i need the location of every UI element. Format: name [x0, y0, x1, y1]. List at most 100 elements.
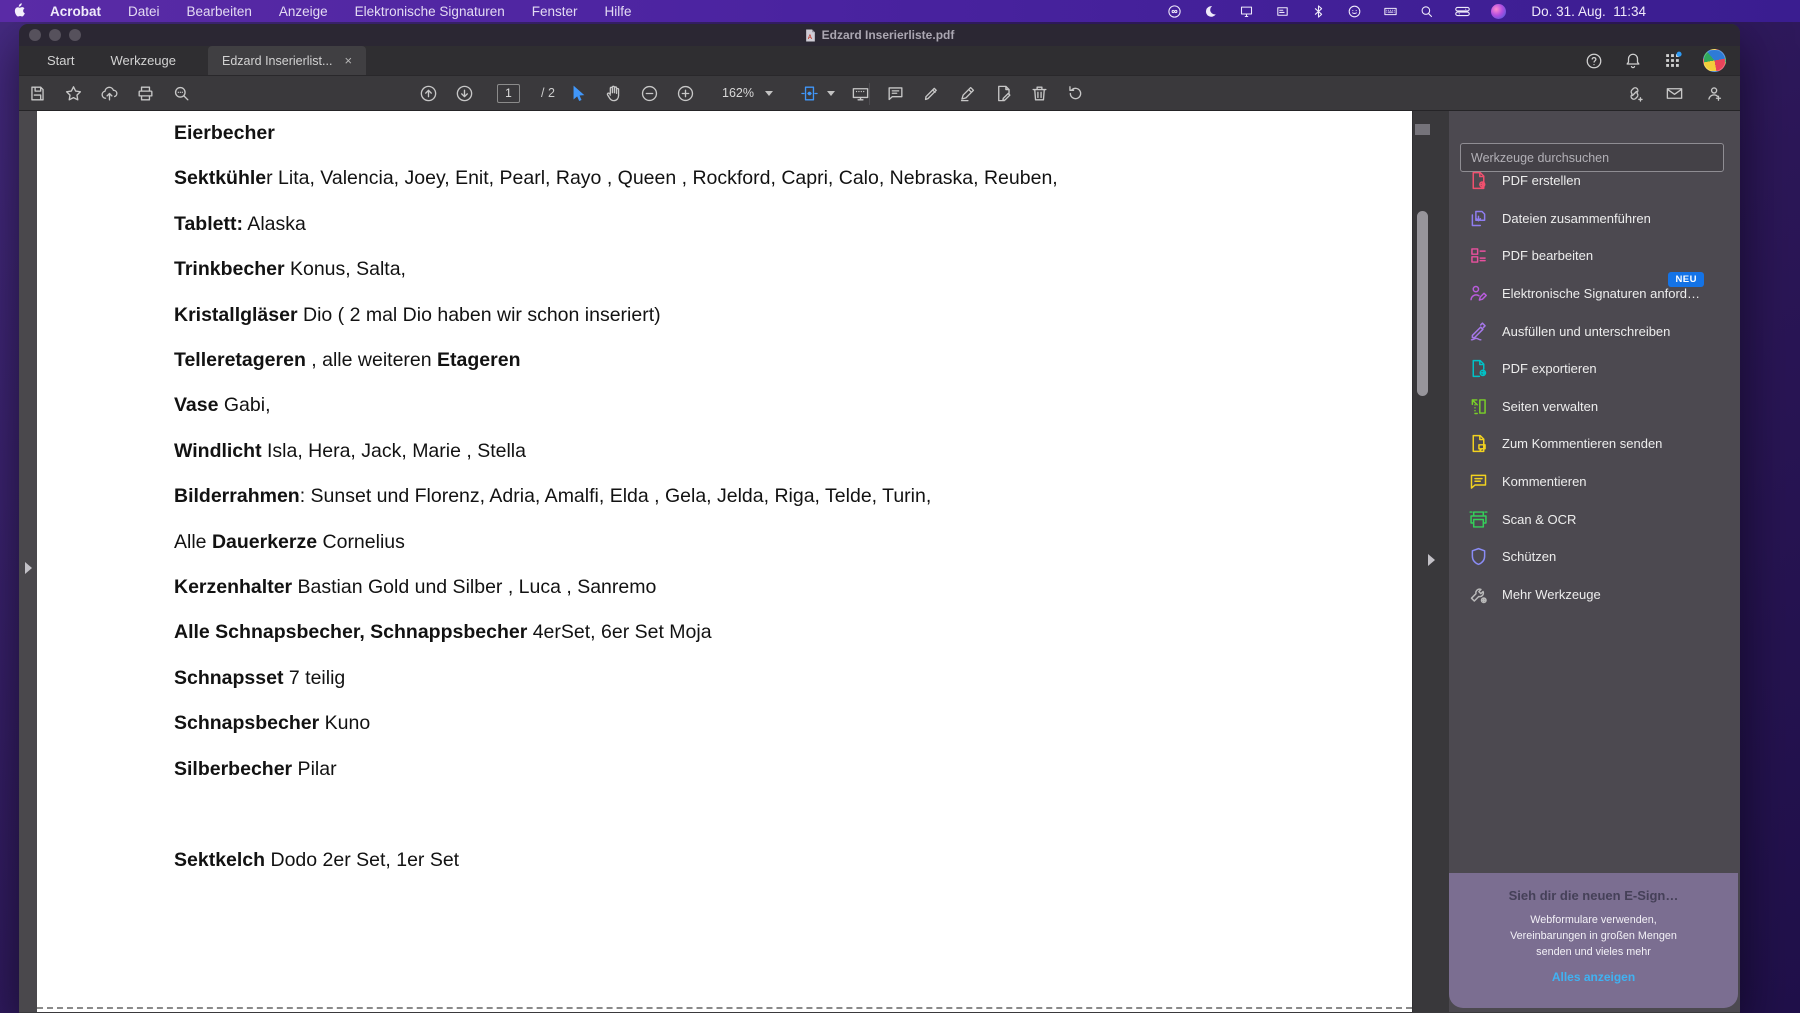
- doc-line: Trinkbecher Konus, Salta,: [174, 258, 406, 281]
- minimize-window-button[interactable]: [49, 29, 61, 41]
- doc-line: Alle Dauerkerze Cornelius: [174, 530, 405, 553]
- pdf-page: Eierbecher Sektkühler Lita, Valencia, Joe…: [37, 111, 1412, 1012]
- tool-item-wrench-plus[interactable]: Mehr Werkzeuge: [1449, 576, 1740, 614]
- fit-caret-icon[interactable]: [826, 90, 835, 96]
- bluetooth-icon[interactable]: [1311, 4, 1326, 19]
- avatar[interactable]: [1703, 49, 1726, 72]
- menu-bearbeiten[interactable]: Bearbeiten: [187, 4, 252, 19]
- menu-datei[interactable]: Datei: [128, 4, 160, 19]
- tool-item-label: PDF erstellen: [1502, 173, 1581, 189]
- apple-icon[interactable]: [12, 3, 26, 19]
- input-source-icon[interactable]: [1275, 4, 1290, 19]
- tool-item-layout-edit[interactable]: PDF bearbeiten: [1449, 237, 1740, 275]
- doc-line: Sektkühler Lita, Valencia, Joey, Enit, P…: [174, 167, 1058, 190]
- arrow-up-circle-icon[interactable]: [419, 84, 438, 103]
- promo-title: Sieh dir die neuen E-Sign…: [1508, 888, 1679, 903]
- comment-icon[interactable]: [886, 84, 905, 103]
- person-add-icon[interactable]: [1705, 84, 1724, 103]
- promo-show-all-link[interactable]: Alles anzeigen: [1552, 970, 1635, 984]
- help-icon[interactable]: [1585, 52, 1603, 70]
- bell-icon[interactable]: [1624, 52, 1642, 70]
- promo-body: Webformulare verwenden, Vereinbarungen in…: [1510, 914, 1677, 959]
- zoom-level-value[interactable]: 162%: [722, 86, 754, 100]
- doc-line: Silberbecher Pilar: [174, 757, 337, 780]
- tab-document[interactable]: Edzard Inserierlist... ×: [207, 46, 367, 75]
- toolbar-divider: [869, 83, 870, 105]
- highlighter-icon[interactable]: [922, 84, 941, 103]
- rotate-pages-icon[interactable]: [1066, 84, 1085, 103]
- share-link-icon[interactable]: [1625, 84, 1644, 103]
- creative-cloud-icon[interactable]: [1167, 4, 1182, 19]
- arrow-down-circle-icon[interactable]: [455, 84, 474, 103]
- pdf-doc-icon: A: [805, 29, 816, 42]
- star-icon[interactable]: [64, 84, 83, 103]
- face-circle-icon[interactable]: [1347, 4, 1362, 19]
- page-total-label: / 2: [541, 86, 555, 100]
- trash-icon[interactable]: [1030, 84, 1049, 103]
- doc-plus-icon: [1468, 170, 1489, 191]
- sign-pen-icon[interactable]: [958, 84, 977, 103]
- keyboard-icon[interactable]: [1383, 4, 1398, 19]
- tool-item-pen-squiggle[interactable]: Ausfüllen und unterschreiben: [1449, 312, 1740, 350]
- moon-icon[interactable]: [1203, 4, 1218, 19]
- fit-width-icon[interactable]: [800, 84, 819, 103]
- close-window-button[interactable]: [29, 29, 41, 41]
- presentation-icon[interactable]: [851, 84, 870, 103]
- print-icon[interactable]: [136, 84, 155, 103]
- doc-line: Schnapsset 7 teilig: [174, 666, 346, 689]
- tool-item-doc-plus[interactable]: PDF erstellen: [1449, 162, 1740, 200]
- doc-line: Tablett: Alaska: [174, 212, 306, 235]
- menu-elektronische-signaturen[interactable]: Elektronische Signaturen: [355, 4, 505, 19]
- hand-icon[interactable]: [604, 84, 623, 103]
- app-grid-icon[interactable]: [1663, 51, 1682, 70]
- tool-item-scan[interactable]: Scan & OCR: [1449, 500, 1740, 538]
- search-icon[interactable]: [172, 84, 191, 103]
- save-icon[interactable]: [28, 84, 47, 103]
- menu-fenster[interactable]: Fenster: [532, 4, 578, 19]
- zoom-caret-icon[interactable]: [764, 90, 773, 96]
- control-center-icon[interactable]: [1455, 4, 1471, 19]
- macos-menubar: Acrobat Datei Bearbeiten Anzeige Elektronisc…: [0, 0, 1800, 22]
- doc-line: Alle Schnapsbecher, Schnappsbecher 4erSe…: [174, 621, 712, 644]
- doc-comment-icon: [1468, 433, 1489, 454]
- zoom-in-icon[interactable]: [676, 84, 695, 103]
- tool-item-label: Schützen: [1502, 549, 1557, 565]
- siri-icon[interactable]: [1491, 3, 1507, 19]
- tool-item-docs-merge[interactable]: Dateien zusammenführen: [1449, 200, 1740, 238]
- send-mail-icon[interactable]: [1665, 84, 1684, 103]
- tab-close-icon[interactable]: ×: [344, 53, 352, 68]
- tool-item-label: Kommentieren: [1502, 474, 1587, 490]
- tool-item-comment-lines[interactable]: Kommentieren: [1449, 463, 1740, 501]
- spotlight-icon[interactable]: [1419, 4, 1434, 19]
- scrollbar-thumb[interactable]: [1417, 211, 1428, 396]
- docs-merge-icon: [1468, 208, 1489, 229]
- acrobat-window: A Edzard Inserierliste.pdf Start Werkzeu…: [19, 24, 1740, 1013]
- pages-manage-icon: [1468, 396, 1489, 417]
- tool-item-doc-comment[interactable]: Zum Kommentieren senden: [1449, 425, 1740, 463]
- edit-page-icon[interactable]: [994, 84, 1013, 103]
- layout-edit-icon: [1468, 245, 1489, 266]
- page-number-input[interactable]: 1: [497, 83, 520, 103]
- menu-anzeige[interactable]: Anzeige: [279, 4, 328, 19]
- menu-hilfe[interactable]: Hilfe: [605, 4, 632, 19]
- tool-item-shield[interactable]: Schützen: [1449, 538, 1740, 576]
- tab-start[interactable]: Start: [29, 46, 92, 75]
- zoom-window-button[interactable]: [69, 29, 81, 41]
- expand-right-panel-icon[interactable]: [1428, 554, 1435, 566]
- menu-acrobat[interactable]: Acrobat: [50, 4, 101, 19]
- cloud-upload-icon[interactable]: [100, 84, 119, 103]
- tool-item-pages-manage[interactable]: Seiten verwalten: [1449, 388, 1740, 426]
- scrollbar-gutter: [1412, 111, 1448, 1012]
- tab-werkzeuge[interactable]: Werkzeuge: [92, 46, 194, 75]
- pdf-text: Eierbecher Sektkühler Lita, Valencia, Joe…: [37, 111, 1412, 883]
- doc-line: Sektkelch Dodo 2er Set, 1er Set: [174, 848, 460, 871]
- tool-item-person-pen[interactable]: Elektronische Signaturen anford… NEU: [1449, 271, 1740, 313]
- select-cursor-icon[interactable]: [568, 84, 587, 103]
- menubar-status: Do. 31. Aug. 11:34: [1167, 3, 1646, 19]
- expand-left-panel-icon[interactable]: [25, 562, 32, 574]
- neu-badge: NEU: [1668, 271, 1704, 287]
- tool-item-doc-export[interactable]: PDF exportieren: [1449, 350, 1740, 388]
- zoom-out-icon[interactable]: [640, 84, 659, 103]
- tool-item-label: Seiten verwalten: [1502, 398, 1599, 414]
- display-icon[interactable]: [1239, 4, 1254, 19]
